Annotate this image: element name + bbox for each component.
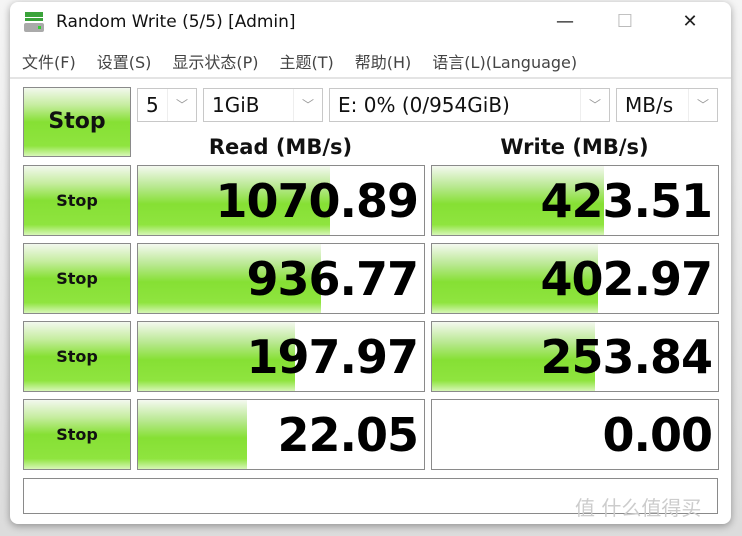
write-value: 402.97 xyxy=(540,251,713,306)
test-stop-button[interactable]: Stop xyxy=(23,243,131,314)
write-result-cell: 402.97 xyxy=(431,243,719,314)
minimize-button[interactable]: — xyxy=(545,8,585,36)
read-value: 936.77 xyxy=(246,251,419,306)
size-select[interactable]: 1GiB ﹀ xyxy=(203,88,323,122)
write-header: Write (MB/s) xyxy=(500,135,649,159)
app-window: Random Write (5/5) [Admin] — ☐ ✕ 文件(F) 设… xyxy=(10,2,731,524)
window-title: Random Write (5/5) [Admin] xyxy=(56,12,296,32)
test-stop-button[interactable]: Stop xyxy=(23,321,131,392)
chevron-down-icon: ﹀ xyxy=(167,89,196,121)
menu-theme[interactable]: 主题(T) xyxy=(280,49,334,73)
size-value: 1GiB xyxy=(212,93,260,117)
test-stop-button[interactable]: Stop xyxy=(23,399,131,470)
drive-value: E: 0% (0/954GiB) xyxy=(338,93,510,117)
menu-file[interactable]: 文件(F) xyxy=(22,49,76,73)
write-value: 0.00 xyxy=(602,407,713,462)
write-result-cell: 423.51 xyxy=(431,165,719,236)
close-button[interactable]: ✕ xyxy=(670,8,710,36)
chevron-down-icon: ﹀ xyxy=(293,89,322,121)
maximize-button[interactable]: ☐ xyxy=(605,8,645,36)
test-stop-button[interactable]: Stop xyxy=(23,165,131,236)
read-value: 1070.89 xyxy=(215,173,419,228)
unit-value: MB/s xyxy=(625,93,674,117)
menu-settings[interactable]: 设置(S) xyxy=(97,49,152,73)
write-value: 253.84 xyxy=(540,329,713,384)
read-value: 22.05 xyxy=(277,407,419,462)
count-select[interactable]: 5 ﹀ xyxy=(137,88,197,122)
unit-select[interactable]: MB/s ﹀ xyxy=(616,88,718,122)
read-result-cell: 22.05 xyxy=(137,399,425,470)
read-result-cell: 197.97 xyxy=(137,321,425,392)
read-value: 197.97 xyxy=(246,329,419,384)
chevron-down-icon: ﹀ xyxy=(580,89,609,121)
write-value: 423.51 xyxy=(540,173,713,228)
menu-language[interactable]: 语言(L)(Language) xyxy=(432,49,577,73)
read-header: Read (MB/s) xyxy=(208,135,353,159)
menu-divider xyxy=(10,77,731,79)
drive-select[interactable]: E: 0% (0/954GiB) ﹀ xyxy=(329,88,610,122)
read-bar xyxy=(138,400,247,469)
write-result-cell: 253.84 xyxy=(431,321,719,392)
watermark: 值 什么值得买 xyxy=(575,496,702,520)
read-result-cell: 936.77 xyxy=(137,243,425,314)
count-value: 5 xyxy=(146,93,159,117)
menu-bar: 文件(F) 设置(S) 显示状态(P) 主题(T) 帮助(H) 语言(L)(La… xyxy=(22,49,577,73)
read-result-cell: 1070.89 xyxy=(137,165,425,236)
all-stop-button[interactable]: Stop xyxy=(23,87,131,157)
menu-view[interactable]: 显示状态(P) xyxy=(172,49,258,73)
chevron-down-icon: ﹀ xyxy=(688,89,717,121)
menu-help[interactable]: 帮助(H) xyxy=(355,49,412,73)
write-result-cell: 0.00 xyxy=(431,399,719,470)
app-icon xyxy=(24,12,44,32)
